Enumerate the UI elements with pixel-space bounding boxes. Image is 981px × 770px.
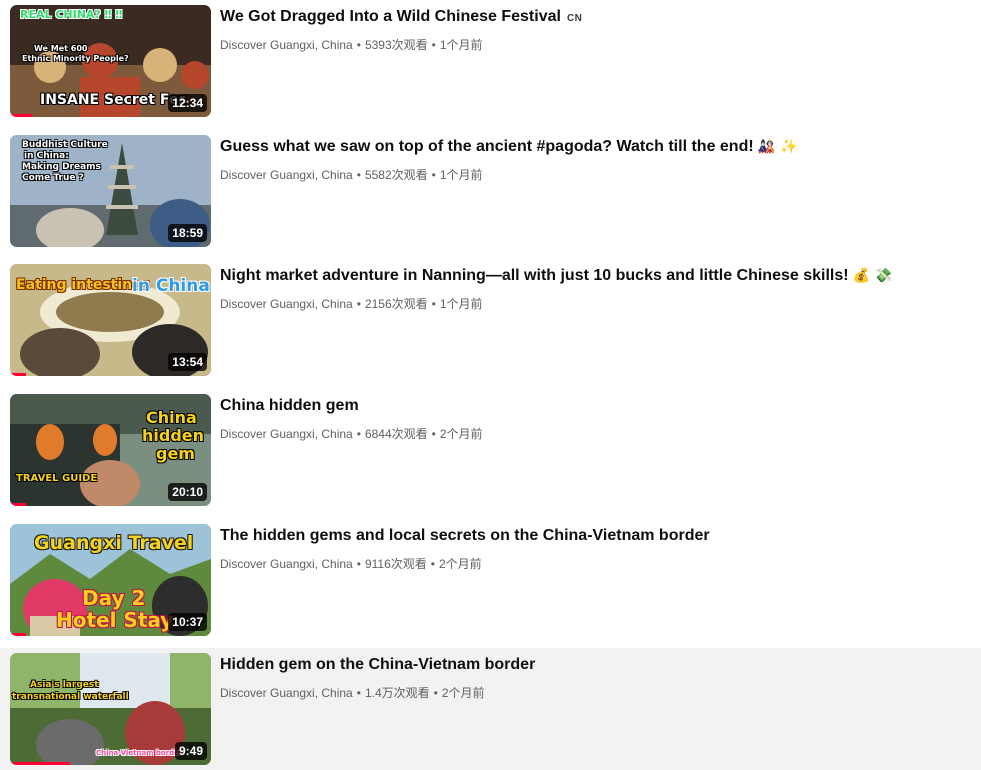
- title-emoji: 💰 💸: [852, 268, 893, 284]
- view-count: 6844次观看: [364, 427, 428, 441]
- duration-badge: 10:37: [168, 613, 207, 631]
- duration-badge: 18:59: [168, 224, 207, 242]
- upload-age: 1个月前: [439, 168, 483, 182]
- view-count: 9116次观看: [364, 557, 427, 571]
- video-row[interactable]: REAL CHINA? ‼ ‼ We Met 600 Ethnic Minority…: [0, 0, 981, 126]
- separator-dot: •: [356, 557, 361, 571]
- watch-progress-bar: [10, 633, 27, 636]
- separator-dot: •: [356, 427, 361, 441]
- thumbnail-overlay-text: Hotel Stay: [56, 608, 174, 632]
- view-count: 5582次观看: [364, 168, 428, 182]
- thumbnail-overlay-text: Asia's largest: [30, 680, 99, 690]
- video-thumbnail[interactable]: Guangxi Travel Day 2 Hotel Stay 10:37: [10, 524, 211, 636]
- separator-dot: •: [356, 38, 361, 52]
- video-metadata: Discover Guangxi, China • 9116次观看 • 2个月前: [220, 556, 482, 572]
- thumbnail-overlay-text: Day 2: [82, 586, 146, 610]
- separator-dot: •: [431, 427, 436, 441]
- thumbnail-overlay-text: TRAVEL GUIDE: [16, 473, 98, 484]
- channel-name[interactable]: Discover Guangxi, China: [220, 557, 353, 571]
- video-title-text: Night market adventure in Nanning—all wi…: [220, 267, 849, 284]
- thumbnail-overlay-text: gem: [156, 444, 195, 463]
- video-title-text: Hidden gem on the China-Vietnam border: [220, 656, 536, 673]
- thumbnail-overlay-text: hidden: [142, 426, 205, 445]
- video-thumbnail[interactable]: Buddhist Culture in China: Making Dreams Co…: [10, 135, 211, 247]
- separator-dot: •: [356, 686, 361, 700]
- video-title-text: The hidden gems and local secrets on the…: [220, 527, 710, 544]
- duration-badge: 20:10: [168, 483, 207, 501]
- thumbnail-overlay-text: REAL CHINA? ‼ ‼: [20, 8, 123, 21]
- channel-name[interactable]: Discover Guangxi, China: [220, 686, 353, 700]
- thumbnail-overlay-text: Come True ?: [22, 173, 84, 183]
- language-badge: CN: [566, 13, 583, 24]
- channel-name[interactable]: Discover Guangxi, China: [220, 297, 353, 311]
- video-row[interactable]: Asia's largest transnational waterfall Chi…: [0, 648, 981, 770]
- video-title[interactable]: Hidden gem on the China-Vietnam border: [220, 655, 535, 675]
- video-metadata: Discover Guangxi, China • 5393次观看 • 1个月前: [220, 37, 483, 53]
- thumbnail-overlay-text: Ethnic Minority People?: [22, 54, 129, 63]
- watch-progress-bar: [10, 762, 71, 765]
- separator-dot: •: [430, 557, 435, 571]
- video-row[interactable]: China hidden gem TRAVEL GUIDE 20:10 China hid…: [0, 389, 981, 515]
- video-thumbnail[interactable]: China hidden gem TRAVEL GUIDE 20:10: [10, 394, 211, 506]
- separator-dot: •: [356, 297, 361, 311]
- video-row[interactable]: Guangxi Travel Day 2 Hotel Stay 10:37 The hi…: [0, 519, 981, 645]
- video-thumbnail[interactable]: REAL CHINA? ‼ ‼ We Met 600 Ethnic Minority…: [10, 5, 211, 117]
- thumbnail-overlay-text: China: [146, 408, 197, 427]
- video-metadata: Discover Guangxi, China • 6844次观看 • 2个月前: [220, 426, 483, 442]
- view-count: 2156次观看: [364, 297, 428, 311]
- separator-dot: •: [433, 686, 438, 700]
- video-title-text: China hidden gem: [220, 397, 359, 414]
- thumbnail-overlay-text: in China: [132, 276, 210, 296]
- video-title[interactable]: Night market adventure in Nanning—all wi…: [220, 266, 892, 286]
- separator-dot: •: [431, 297, 436, 311]
- video-thumbnail[interactable]: Eating intestines in China 13:54: [10, 264, 211, 376]
- view-count: 5393次观看: [364, 38, 428, 52]
- watch-progress-bar: [10, 114, 33, 117]
- thumbnail-overlay-text: Guangxi Travel: [34, 532, 194, 554]
- upload-age: 2个月前: [438, 557, 482, 571]
- video-title-text: Guess what we saw on top of the ancient …: [220, 138, 754, 155]
- thumbnail-overlay-text: Buddhist Culture: [22, 140, 108, 150]
- title-emoji: 🎎 ✨: [757, 139, 798, 155]
- duration-badge: 12:34: [168, 94, 207, 112]
- upload-age: 1个月前: [439, 297, 483, 311]
- channel-name[interactable]: Discover Guangxi, China: [220, 38, 353, 52]
- watch-progress-bar: [10, 373, 27, 376]
- upload-age: 2个月前: [439, 427, 483, 441]
- thumbnail-overlay-text: in China:: [24, 151, 69, 161]
- thumbnail-overlay-text: Eating intestines: [16, 277, 150, 293]
- video-list: REAL CHINA? ‼ ‼ We Met 600 Ethnic Minority…: [0, 0, 981, 770]
- thumbnail-overlay-text: China-Vietnam border: [96, 749, 183, 757]
- view-count: 1.4万次观看: [364, 686, 430, 700]
- thumbnail-overlay-text: Making Dreams: [22, 162, 101, 172]
- video-row[interactable]: Eating intestines in China 13:54 Night mark…: [0, 259, 981, 385]
- channel-name[interactable]: Discover Guangxi, China: [220, 168, 353, 182]
- video-title-text: We Got Dragged Into a Wild Chinese Festi…: [220, 8, 561, 25]
- video-title[interactable]: The hidden gems and local secrets on the…: [220, 526, 710, 546]
- video-title[interactable]: We Got Dragged Into a Wild Chinese Festi…: [220, 7, 582, 29]
- video-thumbnail[interactable]: Asia's largest transnational waterfall Chi…: [10, 653, 211, 765]
- video-title[interactable]: China hidden gem: [220, 396, 359, 416]
- video-row[interactable]: Buddhist Culture in China: Making Dreams Co…: [0, 130, 981, 256]
- video-metadata: Discover Guangxi, China • 5582次观看 • 1个月前: [220, 167, 483, 183]
- separator-dot: •: [431, 38, 436, 52]
- separator-dot: •: [356, 168, 361, 182]
- duration-badge: 13:54: [168, 353, 207, 371]
- thumbnail-overlay-text: INSANE Secret Fes: [40, 92, 187, 108]
- thumbnail-overlay-text: transnational waterfall: [12, 692, 129, 702]
- upload-age: 2个月前: [441, 686, 485, 700]
- watch-progress-bar: [10, 503, 27, 506]
- duration-badge: 9:49: [174, 742, 207, 760]
- channel-name[interactable]: Discover Guangxi, China: [220, 427, 353, 441]
- video-title[interactable]: Guess what we saw on top of the ancient …: [220, 137, 797, 157]
- video-metadata: Discover Guangxi, China • 1.4万次观看 • 2个月前: [220, 685, 485, 701]
- separator-dot: •: [431, 168, 436, 182]
- thumbnail-overlay-text: We Met 600: [34, 44, 88, 53]
- upload-age: 1个月前: [439, 38, 483, 52]
- video-metadata: Discover Guangxi, China • 2156次观看 • 1个月前: [220, 296, 483, 312]
